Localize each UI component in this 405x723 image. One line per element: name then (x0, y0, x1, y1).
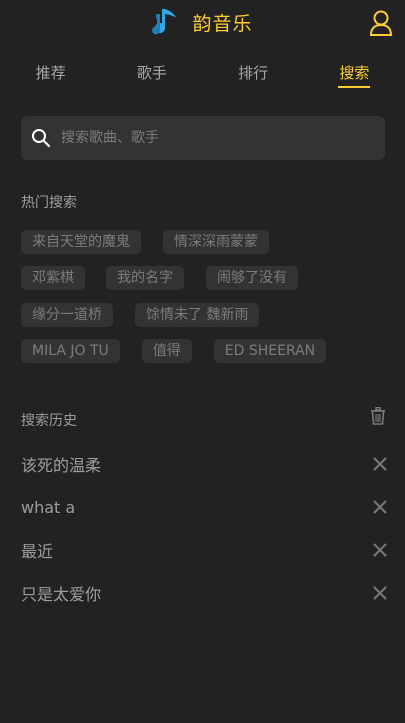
history-item[interactable]: what a (21, 489, 387, 525)
hot-tag[interactable]: 值得 (141, 339, 192, 363)
close-icon[interactable] (373, 500, 387, 514)
hot-tag[interactable]: 情深深雨蒙蒙 (163, 230, 269, 254)
hot-tag[interactable]: 馀情未了 魏新雨 (135, 303, 260, 327)
history-item-text: 该死的温柔 (21, 456, 102, 475)
tab-label: 搜索 (339, 64, 370, 82)
history-item-text: 最近 (21, 542, 54, 561)
search-icon (32, 129, 51, 148)
tab-search[interactable]: 搜索 (304, 44, 405, 88)
history-item[interactable]: 该死的温柔 (21, 446, 387, 482)
history-item-text: what a (21, 497, 76, 517)
history-item-text: 只是太爱你 (21, 585, 102, 604)
history-item[interactable]: 只是太爱你 (21, 575, 387, 611)
hot-tag-row: MILA JO TU 值得 ED SHEERAN (21, 339, 327, 363)
tab-label: 推荐 (35, 64, 66, 82)
tab-label: 歌手 (136, 64, 167, 82)
tab-recommend[interactable]: 推荐 (0, 44, 101, 86)
hot-tag-row: 邓紫棋 我的名字 闹够了没有 (21, 266, 298, 290)
hot-tag[interactable]: 来自天堂的魔鬼 (21, 230, 141, 254)
close-icon[interactable] (373, 586, 387, 600)
search-box[interactable] (21, 116, 385, 160)
hot-tag[interactable]: 邓紫棋 (21, 266, 85, 290)
trash-icon[interactable] (370, 407, 386, 425)
hot-tag[interactable]: MILA JO TU (21, 339, 120, 363)
close-icon[interactable] (373, 543, 387, 557)
tab-label: 排行 (238, 64, 269, 82)
active-tab-indicator (338, 86, 371, 88)
search-input[interactable] (59, 122, 385, 154)
hot-tag[interactable]: 我的名字 (106, 266, 184, 290)
tab-singer[interactable]: 歌手 (101, 44, 202, 86)
hot-tag-row: 来自天堂的魔鬼 情深深雨蒙蒙 (21, 230, 269, 254)
music-note-logo-icon (152, 9, 178, 35)
tab-bar: 推荐 歌手 排行 搜索 (0, 44, 405, 88)
hot-tag[interactable]: 闹够了没有 (206, 266, 298, 290)
history-item[interactable]: 最近 (21, 532, 387, 568)
hot-tag[interactable]: ED SHEERAN (213, 339, 327, 363)
hot-tag[interactable]: 缘分一道桥 (21, 303, 113, 327)
hot-search-title: 热门搜索 (21, 195, 77, 211)
close-icon[interactable] (373, 457, 387, 471)
search-history-title: 搜索历史 (21, 413, 77, 429)
header: 韵音乐 (0, 0, 405, 44)
brand: 韵音乐 (0, 6, 405, 38)
tab-rank[interactable]: 排行 (203, 44, 304, 86)
user-icon[interactable] (369, 10, 393, 36)
hot-tag-row: 缘分一道桥 馀情未了 魏新雨 (21, 303, 260, 327)
app-title: 韵音乐 (192, 12, 253, 35)
